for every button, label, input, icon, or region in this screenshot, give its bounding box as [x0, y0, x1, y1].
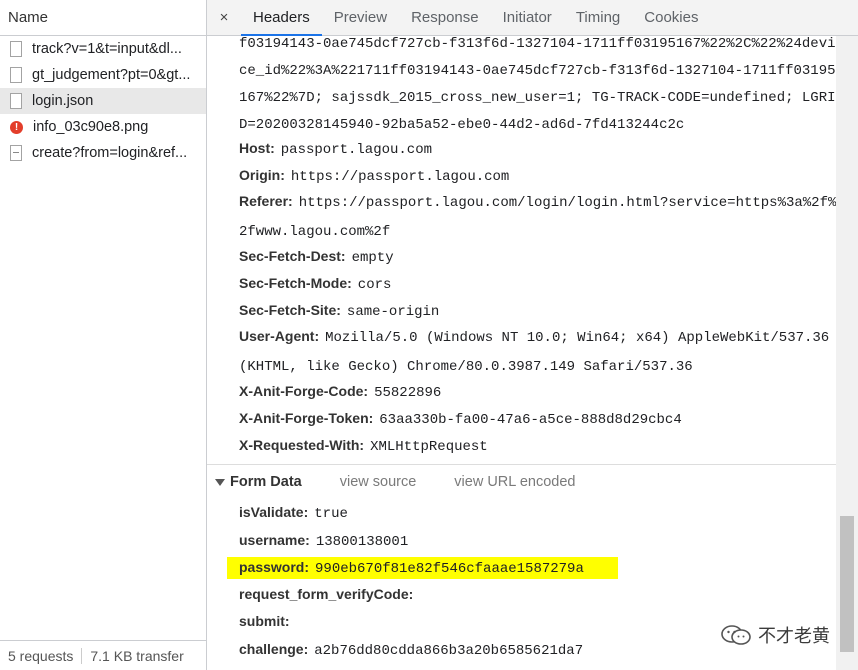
- header-value: empty: [351, 250, 394, 266]
- form-row-verifycode: request_form_verifyCode:: [239, 584, 419, 606]
- form-data-title: Form Data: [230, 474, 302, 490]
- form-data-section-header[interactable]: Form Data view source view URL encoded: [215, 472, 575, 492]
- header-value: 55822896: [374, 385, 442, 401]
- view-url-encoded-link[interactable]: view URL encoded: [454, 474, 575, 490]
- header-row-referer: Referer: https://passport.lagou.com/login…: [239, 188, 836, 246]
- form-row-isvalidate: isValidate: true: [239, 502, 348, 524]
- header-value: cors: [357, 277, 392, 293]
- header-name: X-Requested-With:: [239, 437, 365, 453]
- vertical-scrollbar[interactable]: [836, 36, 858, 670]
- tab-preview[interactable]: Preview: [322, 0, 399, 35]
- form-field-name: request_form_verifyCode:: [239, 586, 414, 602]
- cookie-value-tail: f03194143-0ae745dcf727cb-f313f6d-1327104…: [239, 36, 836, 133]
- request-name: gt_judgement?pt=0&gt...: [32, 67, 191, 83]
- error-icon: !: [10, 120, 23, 134]
- header-value: https://passport.lagou.com/login/login.h…: [239, 195, 836, 240]
- request-item-login-json[interactable]: login.json: [0, 88, 206, 114]
- tab-response[interactable]: Response: [399, 0, 491, 35]
- header-row-x-anit-forge-token: X-Anit-Forge-Token: 63aa330b-fa00-47a6-a5…: [239, 408, 682, 430]
- wechat-logo-icon: [721, 625, 751, 645]
- watermark-text: 不才老黄: [758, 626, 830, 646]
- header-row-sec-fetch-dest: Sec-Fetch-Dest: empty: [239, 246, 394, 268]
- header-name: X-Anit-Forge-Code:: [239, 383, 369, 399]
- header-row-origin: Origin: https://passport.lagou.com: [239, 165, 509, 187]
- tab-initiator[interactable]: Initiator: [491, 0, 564, 35]
- form-field-name: challenge:: [239, 641, 309, 657]
- name-column-label: Name: [8, 9, 49, 26]
- request-item-create[interactable]: create?from=login&ref...: [0, 140, 206, 166]
- form-row-password: password: 990eb670f81e82f546cfaaae1587279…: [239, 557, 584, 579]
- header-name: Sec-Fetch-Mode:: [239, 275, 352, 291]
- header-value: Mozilla/5.0 (Windows NT 10.0; Win64; x64…: [239, 330, 830, 375]
- header-row-x-anit-forge-code: X-Anit-Forge-Code: 55822896: [239, 381, 441, 403]
- script-file-icon: [10, 145, 22, 161]
- header-name: Sec-Fetch-Site:: [239, 302, 341, 318]
- request-item-info-png[interactable]: ! info_03c90e8.png: [0, 114, 206, 140]
- header-value: passport.lagou.com: [280, 142, 433, 158]
- tab-timing[interactable]: Timing: [564, 0, 632, 35]
- header-name: X-Anit-Forge-Token:: [239, 410, 374, 426]
- form-row-username: username: 13800138001: [239, 530, 408, 552]
- status-bar: 5 requests 7.1 KB transfer: [0, 640, 206, 670]
- request-name: login.json: [32, 93, 94, 109]
- form-field-value: 990eb670f81e82f546cfaaae1587279a: [315, 561, 584, 577]
- request-list-panel: Name track?v=1&t=input&dl... gt_judgemen…: [0, 0, 207, 670]
- tab-cookies[interactable]: Cookies: [632, 0, 710, 35]
- scrollbar-thumb[interactable]: [840, 516, 854, 652]
- form-field-name: username:: [239, 532, 310, 548]
- header-value: XMLHttpRequest: [370, 439, 488, 455]
- request-details-panel: × Headers Preview Response Initiator Tim…: [207, 0, 858, 670]
- header-row-user-agent: User-Agent: Mozilla/5.0 (Windows NT 10.0;…: [239, 323, 835, 381]
- header-value: https://passport.lagou.com: [290, 169, 510, 185]
- header-name: Referer:: [239, 193, 293, 209]
- section-divider: [207, 464, 836, 465]
- header-name: User-Agent:: [239, 328, 320, 344]
- transfer-size: 7.1 KB transfer: [90, 647, 184, 664]
- request-list: track?v=1&t=input&dl... gt_judgement?pt=…: [0, 36, 206, 166]
- watermark: 不才老黄: [720, 622, 830, 648]
- view-source-link[interactable]: view source: [340, 474, 417, 490]
- document-icon: [10, 67, 22, 83]
- form-field-name: isValidate:: [239, 504, 309, 520]
- header-row-x-requested-with: X-Requested-With: XMLHttpRequest: [239, 435, 488, 457]
- headers-content: f03194143-0ae745dcf727cb-f313f6d-1327104…: [207, 36, 836, 670]
- header-value: same-origin: [346, 304, 440, 320]
- form-field-value: 13800138001: [315, 534, 409, 550]
- details-tab-bar: × Headers Preview Response Initiator Tim…: [207, 0, 858, 36]
- name-column-header[interactable]: Name: [0, 0, 206, 36]
- triangle-down-icon: [215, 478, 225, 486]
- header-value: 63aa330b-fa00-47a6-a5ce-888d8d29cbc4: [379, 412, 682, 428]
- header-name: Sec-Fetch-Dest:: [239, 248, 346, 264]
- form-field-value: a2b76dd80cdda866b3a20b6585621da7: [314, 643, 584, 659]
- request-name: create?from=login&ref...: [32, 145, 188, 161]
- tab-headers[interactable]: Headers: [241, 0, 322, 36]
- form-row-challenge: challenge: a2b76dd80cdda866b3a20b6585621d…: [239, 639, 583, 661]
- form-field-name: submit:: [239, 613, 290, 629]
- header-name: Host:: [239, 140, 275, 156]
- document-icon: [10, 41, 22, 57]
- request-name: track?v=1&t=input&dl...: [32, 41, 182, 57]
- header-row-host: Host: passport.lagou.com: [239, 138, 432, 160]
- form-field-value: true: [314, 506, 348, 522]
- request-name: info_03c90e8.png: [33, 119, 149, 135]
- document-icon: [10, 93, 22, 109]
- form-row-submit: submit:: [239, 611, 296, 633]
- header-name: Origin:: [239, 167, 285, 183]
- form-field-name: password:: [239, 559, 310, 575]
- request-item-track[interactable]: track?v=1&t=input&dl...: [0, 36, 206, 62]
- request-item-gt-judgement[interactable]: gt_judgement?pt=0&gt...: [0, 62, 206, 88]
- close-icon[interactable]: ×: [207, 0, 241, 35]
- header-row-sec-fetch-site: Sec-Fetch-Site: same-origin: [239, 300, 439, 322]
- header-row-sec-fetch-mode: Sec-Fetch-Mode: cors: [239, 273, 391, 295]
- request-count: 5 requests: [8, 647, 74, 664]
